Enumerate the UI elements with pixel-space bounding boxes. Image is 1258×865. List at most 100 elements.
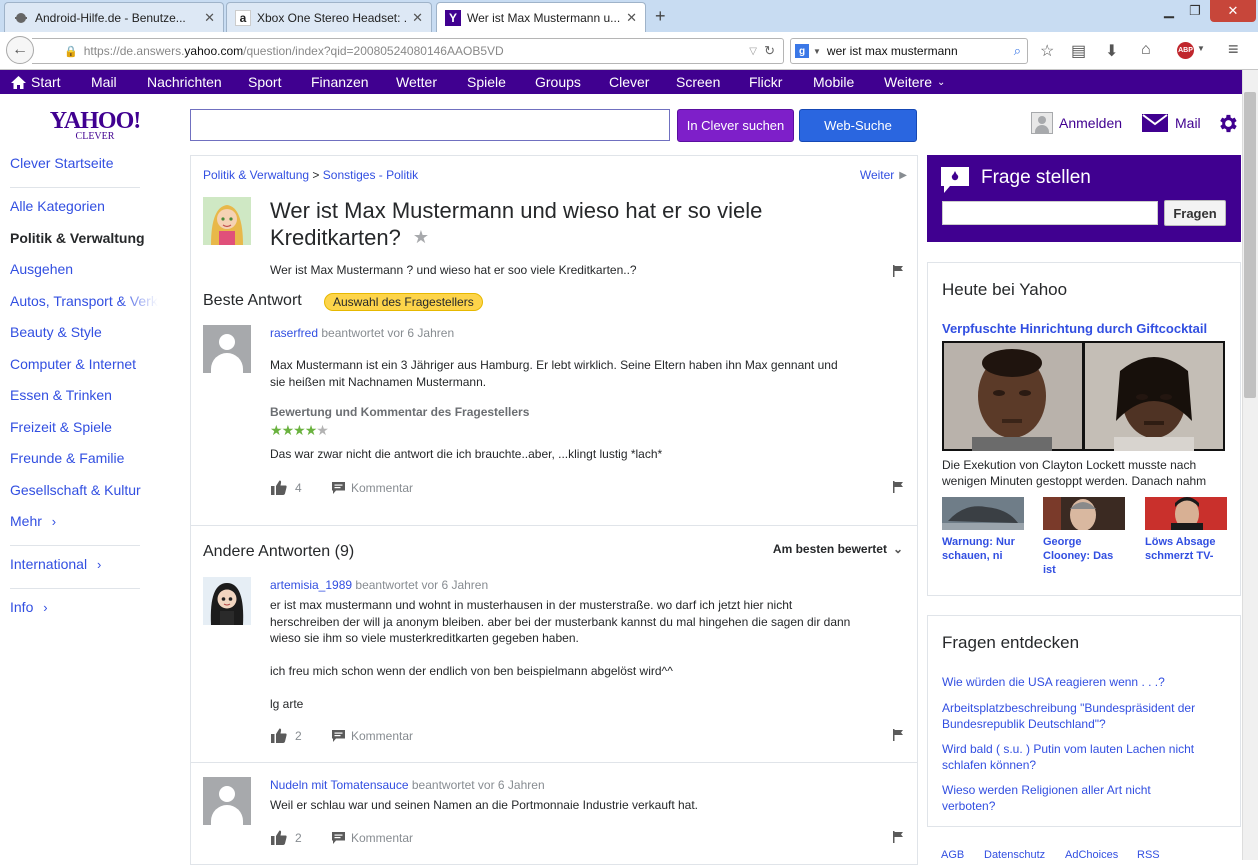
url-dropdown-icon[interactable]: ▽ <box>749 46 757 57</box>
nav-freunde-familie[interactable]: Freunde & Familie <box>10 450 160 466</box>
today-headline[interactable]: Verpfuschte Hinrichtung durch Giftcockta… <box>942 321 1207 336</box>
ynav-mail[interactable]: Mail <box>91 74 117 90</box>
ynav-groups[interactable]: Groups <box>535 74 581 90</box>
close-window-icon[interactable]: ✕ <box>1210 0 1256 22</box>
nav-beauty-style[interactable]: Beauty & Style <box>10 324 160 340</box>
adblock-icon[interactable]: ABP <box>1177 42 1194 59</box>
back-button[interactable]: ← <box>6 36 34 64</box>
like-control[interactable]: 2 <box>271 830 302 845</box>
flag-icon[interactable] <box>892 729 904 741</box>
clever-search-button[interactable]: In Clever suchen <box>677 109 794 142</box>
today-thumb-image[interactable] <box>1043 497 1125 530</box>
comment-button[interactable]: Kommentar <box>332 729 413 743</box>
today-thumb-caption[interactable]: George Clooney: Das ist <box>1043 535 1133 577</box>
yahoo-clever-logo[interactable]: YAHOO! CLEVER <box>48 108 142 142</box>
weiter-link[interactable]: Weiter ▶ <box>860 168 907 182</box>
ynav-flickr[interactable]: Flickr <box>749 74 782 90</box>
web-search-button[interactable]: Web-Suche <box>799 109 917 142</box>
nav-alle-kategorien[interactable]: Alle Kategorien <box>10 198 160 214</box>
ask-submit-button[interactable]: Fragen <box>1164 200 1226 226</box>
ynav-wetter[interactable]: Wetter <box>396 74 437 90</box>
breadcrumb-category[interactable]: Politik & Verwaltung <box>203 168 309 182</box>
answerer-avatar[interactable] <box>203 325 251 373</box>
today-thumb-caption[interactable]: Löws Absage schmerzt TV- <box>1145 535 1235 563</box>
ynav-weitere[interactable]: Weitere ⌄ <box>884 74 945 90</box>
discover-item[interactable]: Wieso werden Religionen aller Art nicht … <box>942 782 1151 814</box>
ynav-sport[interactable]: Sport <box>248 74 281 90</box>
today-main-image[interactable] <box>942 341 1225 451</box>
answerer-avatar[interactable] <box>203 777 251 825</box>
ynav-clever[interactable]: Clever <box>609 74 649 90</box>
nav-gesellschaft-kultur[interactable]: Gesellschaft & Kultur <box>10 482 160 498</box>
browser-search-input[interactable]: wer ist max mustermann <box>827 44 958 58</box>
flag-icon[interactable] <box>892 265 904 277</box>
nav-politik-verwaltung[interactable]: Politik & Verwaltung <box>10 230 160 246</box>
footer-link-agb[interactable]: AGB <box>941 849 964 861</box>
home-icon[interactable]: ⌂ <box>1141 41 1151 59</box>
menu-icon[interactable]: ≡ <box>1228 39 1239 60</box>
close-tab-icon[interactable]: ✕ <box>626 10 637 26</box>
today-thumb-image[interactable] <box>942 497 1024 530</box>
answerer-avatar[interactable] <box>203 577 251 625</box>
ynav-finanzen[interactable]: Finanzen <box>311 74 369 90</box>
clever-search-input[interactable] <box>190 109 670 141</box>
ynav-spiele[interactable]: Spiele <box>467 74 506 90</box>
search-icon[interactable]: ⌕ <box>1014 43 1021 59</box>
nav-clever-startseite[interactable]: Clever Startseite <box>10 155 160 171</box>
comment-button[interactable]: Kommentar <box>332 481 413 495</box>
nav-computer-internet[interactable]: Computer & Internet <box>10 356 160 372</box>
new-tab-icon[interactable]: + <box>655 6 666 27</box>
asker-avatar[interactable] <box>203 197 251 245</box>
ynav-screen[interactable]: Screen <box>676 74 720 90</box>
mail-link[interactable]: Mail <box>1142 114 1201 132</box>
breadcrumb-subcategory[interactable]: Sonstiges - Politik <box>323 168 418 182</box>
like-control[interactable]: 2 <box>271 728 302 743</box>
browser-tab[interactable]: a Xbox One Stereo Headset: ... ✕ <box>226 2 432 32</box>
ynav-nachrichten[interactable]: Nachrichten <box>147 74 222 90</box>
ynav-start[interactable]: Start <box>11 74 61 90</box>
browser-tab[interactable]: Android-Hilfe.de - Benutze... ✕ <box>4 2 224 32</box>
star-icon[interactable]: ★ <box>413 224 429 251</box>
url-bar[interactable]: 🔒 https://de.answers. yahoo.com/question/… <box>32 38 784 64</box>
answer-user[interactable]: raserfred <box>270 326 318 340</box>
google-icon[interactable]: g <box>795 44 809 58</box>
scrollbar-thumb[interactable] <box>1244 92 1256 398</box>
discover-item[interactable]: Arbeitsplatzbeschreibung "Bundespräsiden… <box>942 700 1195 732</box>
discover-item[interactable]: Wird bald ( s.u. ) Putin vom lauten Lach… <box>942 741 1194 773</box>
signin-link[interactable]: Anmelden <box>1031 112 1122 134</box>
nav-essen-trinken[interactable]: Essen & Trinken <box>10 387 160 403</box>
like-control[interactable]: 4 <box>271 480 302 495</box>
browser-tab-active[interactable]: Y Wer ist Max Mustermann u... ✕ <box>436 2 646 33</box>
footer-link-datenschutz[interactable]: Datenschutz <box>984 849 1045 861</box>
today-thumb-image[interactable] <box>1145 497 1227 530</box>
footer-link-adchoices[interactable]: AdChoices <box>1065 849 1118 861</box>
nav-info[interactable]: Info › <box>10 599 160 615</box>
comment-button[interactable]: Kommentar <box>332 831 413 845</box>
browser-search-bar[interactable]: g ▼ wer ist max mustermann ⌕ <box>790 38 1028 64</box>
close-tab-icon[interactable]: ✕ <box>412 10 423 26</box>
bookmark-star-icon[interactable]: ☆ <box>1040 41 1054 61</box>
minimize-icon[interactable]: ▁ <box>1156 0 1182 22</box>
nav-mehr[interactable]: Mehr › <box>10 513 160 529</box>
answer-user[interactable]: artemisia_1989 <box>270 578 352 592</box>
sort-dropdown[interactable]: Am besten bewertet ⌄ <box>773 542 903 556</box>
downloads-icon[interactable]: ⬇ <box>1105 41 1118 61</box>
nav-international[interactable]: International › <box>10 556 160 572</box>
ynav-mobile[interactable]: Mobile <box>813 74 854 90</box>
search-engine-dropdown-icon[interactable]: ▼ <box>813 47 821 56</box>
close-tab-icon[interactable]: ✕ <box>204 10 215 26</box>
answer-user[interactable]: Nudeln mit Tomatensauce <box>270 778 409 792</box>
ask-input[interactable] <box>942 201 1158 225</box>
nav-ausgehen[interactable]: Ausgehen <box>10 261 160 277</box>
discover-item[interactable]: Wie würden die USA reagieren wenn . . .? <box>942 674 1165 690</box>
flag-icon[interactable] <box>892 481 904 493</box>
flag-icon[interactable] <box>892 831 904 843</box>
reload-icon[interactable]: ↻ <box>764 43 775 59</box>
nav-autos-transport[interactable]: Autos, Transport & Verkehr <box>10 293 160 309</box>
today-thumb-caption[interactable]: Warnung: Nur schauen, ni <box>942 535 1026 563</box>
footer-link-rss[interactable]: RSS <box>1137 849 1160 861</box>
nav-freizeit-spiele[interactable]: Freizeit & Spiele <box>10 419 160 435</box>
bookmarks-list-icon[interactable]: ▤ <box>1071 41 1086 61</box>
adblock-dropdown-icon[interactable]: ▼ <box>1197 44 1205 53</box>
gear-icon[interactable] <box>1216 112 1239 135</box>
